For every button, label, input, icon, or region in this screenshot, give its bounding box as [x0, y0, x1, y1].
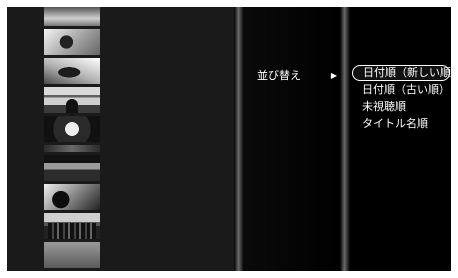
video-thumbnail[interactable] [44, 155, 100, 181]
video-thumbnail[interactable] [44, 87, 100, 114]
video-thumbnail[interactable] [44, 145, 100, 152]
column-divider [340, 7, 350, 271]
menu-item-label: 並び替え [257, 69, 301, 82]
video-thumbnail[interactable] [44, 213, 100, 239]
submenu-arrow-icon: ▶ [330, 71, 337, 80]
sort-option-date-oldest[interactable]: 日付順（古い順） [355, 82, 451, 98]
video-thumbnail[interactable] [44, 242, 100, 268]
sort-option-date-newest[interactable]: 日付順（新しい順） [352, 65, 451, 81]
menu-item-sort[interactable]: 並び替え ▶ [257, 68, 337, 84]
thumbnail-strip [44, 7, 100, 271]
sort-option-label: タイトル名順 [362, 117, 428, 130]
thumbnail-browser [7, 7, 237, 271]
sort-option-title[interactable]: タイトル名順 [355, 116, 451, 132]
tv-screen: 並び替え ▶ 日付順（新しい順） 日付順（古い順） 未視聴順 タイトル名順 [7, 7, 451, 271]
video-thumbnail[interactable] [44, 116, 100, 143]
video-thumbnail[interactable] [44, 7, 100, 27]
video-thumbnail[interactable] [44, 184, 100, 210]
sort-option-unwatched[interactable]: 未視聴順 [355, 99, 451, 115]
options-menu: 並び替え ▶ [244, 7, 340, 271]
sort-option-label: 日付順（新しい順） [363, 66, 451, 79]
sort-submenu: 日付順（新しい順） 日付順（古い順） 未視聴順 タイトル名順 [350, 7, 451, 271]
video-thumbnail[interactable] [44, 58, 100, 85]
column-divider [234, 7, 244, 271]
video-thumbnail[interactable] [44, 29, 100, 56]
sort-option-label: 未視聴順 [362, 100, 406, 113]
sort-option-label: 日付順（古い順） [362, 83, 450, 96]
